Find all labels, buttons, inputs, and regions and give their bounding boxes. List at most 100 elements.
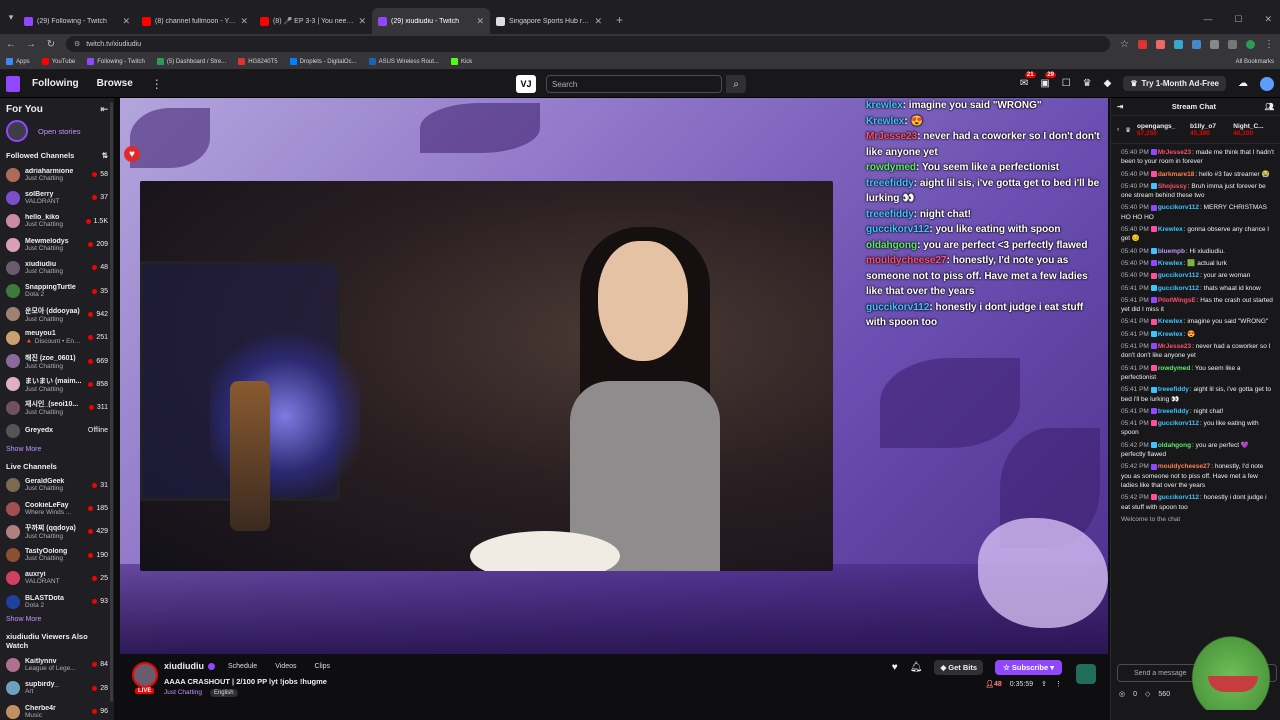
sidebar-scrollbar[interactable] bbox=[110, 102, 113, 702]
chat-username[interactable]: darkmare18 bbox=[1158, 171, 1195, 178]
chat-message[interactable]: 05:40 PM guccikorv112: your are woman bbox=[1121, 271, 1274, 280]
prime-ad-free-button[interactable]: ♛ Try 1-Month Ad-Free bbox=[1123, 76, 1226, 91]
chat-username[interactable]: MrJesse23 bbox=[1158, 149, 1191, 156]
browser-tab[interactable]: (8) 🎤 EP 3-3 | You need to l ✕ bbox=[254, 8, 372, 34]
streamer-name[interactable]: xiudiudiu bbox=[164, 661, 204, 671]
channel-item[interactable]: Kaitlynnv League of Lege... 84 bbox=[4, 653, 110, 676]
chat-username[interactable]: guccikorv112 bbox=[1158, 272, 1199, 279]
channel-item[interactable]: xiudiudiu Just Chatting 48 bbox=[4, 256, 110, 279]
cloud-icon[interactable]: ☁ bbox=[1238, 78, 1248, 89]
user-avatar[interactable] bbox=[1260, 76, 1274, 91]
browser-tab[interactable]: Singapore Sports Hub rename ✕ bbox=[490, 8, 608, 34]
bookmark-item[interactable]: HG8240T5 bbox=[238, 58, 278, 65]
extension-icon[interactable] bbox=[1174, 39, 1183, 49]
stories-row[interactable]: Open stories bbox=[4, 117, 110, 145]
whispers-icon[interactable]: ☐ bbox=[1062, 78, 1071, 89]
vj-extension-icon[interactable]: VJ bbox=[516, 75, 536, 93]
sort-icon[interactable]: ⇅ bbox=[102, 151, 108, 160]
chat-username[interactable]: treeefiddy bbox=[1158, 408, 1189, 415]
tab-close-icon[interactable]: ✕ bbox=[240, 16, 248, 27]
channel-item[interactable]: meuyou1🔺 Discount • Ends in 1d 251 bbox=[4, 326, 110, 349]
chat-message[interactable]: 05:40 PM Krewlex: gonna observe any chanc… bbox=[1121, 225, 1274, 244]
bookmark-item[interactable]: YouTube bbox=[41, 58, 75, 65]
chat-message[interactable]: 05:42 PM oldahgong: you are perfect 💜 per… bbox=[1121, 441, 1274, 460]
chat-message[interactable]: 05:42 PM guccikorv112: honestly i dont ju… bbox=[1121, 493, 1274, 512]
chat-message[interactable]: 05:40 PM Shojussy: Bruh imma just forever… bbox=[1121, 182, 1274, 201]
show-more-followed[interactable]: Show More bbox=[4, 443, 110, 456]
chat-users-icon[interactable]: 👥︎ bbox=[1264, 102, 1274, 111]
channel-item[interactable]: supbirdy_ Art 28 bbox=[4, 677, 110, 700]
chat-message[interactable]: 05:41 PM treeefiddy: night chat! bbox=[1121, 407, 1274, 416]
leaderboard-entry[interactable]: Night_C... 40,100 bbox=[1233, 123, 1274, 137]
bits-icon[interactable]: ◆ bbox=[1104, 78, 1112, 89]
chat-username[interactable]: bluempb bbox=[1158, 248, 1185, 255]
video-player[interactable]: ♥ krewlex: imagine you said "WRONG" Krewl… bbox=[120, 98, 1108, 654]
back-icon[interactable]: ← bbox=[6, 39, 16, 50]
channel-item[interactable]: TastyOolong Just Chatting 190 bbox=[4, 543, 110, 566]
new-tab-button[interactable]: + bbox=[616, 13, 623, 27]
get-bits-button[interactable]: ◆ Get Bits bbox=[934, 660, 984, 675]
twitch-logo-icon[interactable] bbox=[6, 75, 20, 92]
sidebar-icon[interactable] bbox=[1228, 39, 1237, 49]
inbox-icon[interactable]: ▣ 29 bbox=[1040, 72, 1056, 89]
maximize-icon[interactable]: ☐ bbox=[1234, 14, 1242, 25]
chat-message[interactable]: 05:40 PM bluempb: Hi xiudiudiu. bbox=[1121, 247, 1274, 256]
bookmark-item[interactable]: Apps bbox=[6, 58, 30, 65]
tab-clips[interactable]: Clips bbox=[314, 663, 330, 670]
channel-item[interactable]: Mewmelodys Just Chatting 209 bbox=[4, 233, 110, 256]
tab-videos[interactable]: Videos bbox=[275, 663, 296, 670]
channel-item[interactable]: adriaharmione Just Chatting 58 bbox=[4, 163, 110, 186]
chat-username[interactable]: mouldycheese27 bbox=[1158, 463, 1210, 470]
channel-points-icon[interactable]: ◎ bbox=[1119, 690, 1125, 698]
channel-item[interactable]: 해진 (zoe_0601) Just Chatting 669 bbox=[4, 349, 110, 372]
collapse-chat-icon[interactable]: ⇥ bbox=[1117, 102, 1123, 111]
chat-username[interactable]: Krewlex bbox=[1158, 260, 1183, 267]
minimize-icon[interactable]: — bbox=[1203, 14, 1212, 25]
tab-search-icon[interactable]: ▾ bbox=[4, 6, 18, 28]
story-avatar[interactable] bbox=[6, 120, 28, 142]
tab-close-icon[interactable]: ✕ bbox=[594, 16, 602, 27]
chat-username[interactable]: PilotWingsE bbox=[1158, 297, 1196, 304]
chat-username[interactable]: oldahgong bbox=[1158, 442, 1191, 449]
chat-message[interactable]: 05:41 PM Krewlex: 😍 bbox=[1121, 330, 1274, 339]
channel-item[interactable]: 운모아 (ddooyaa) Just Chatting 942 bbox=[4, 303, 110, 326]
url-field[interactable]: ⚙ twitch.tv/xiudiudiu bbox=[66, 36, 1111, 52]
notification-bell-icon[interactable]: 🔔︎ bbox=[910, 662, 923, 673]
channel-item[interactable]: Cherbe4r Music 96 bbox=[4, 700, 110, 720]
browser-tab[interactable]: (29) xiudiudiu - Twitch ✕ bbox=[372, 8, 490, 34]
profile-icon[interactable] bbox=[1246, 39, 1255, 49]
forward-icon[interactable]: → bbox=[26, 39, 36, 50]
channel-item[interactable]: 재시인_(seoi10... Just Chatting 311 bbox=[4, 396, 110, 419]
bits-balance-icon[interactable]: ◇ bbox=[1145, 690, 1150, 698]
collapse-sidebar-icon[interactable]: ⇤ bbox=[100, 104, 108, 115]
menu-icon[interactable]: ⋮ bbox=[1264, 39, 1274, 50]
leaderboard[interactable]: ‹ ♛ opengangs_ 57,250 b1lly_o7 45,390 Night_… bbox=[1111, 116, 1280, 144]
chat-username[interactable]: guccikorv112 bbox=[1158, 285, 1199, 292]
leaderboard-entry[interactable]: opengangs_ 57,250 bbox=[1137, 123, 1184, 137]
tab-schedule[interactable]: Schedule bbox=[228, 663, 257, 670]
chat-message[interactable]: 05:40 PM guccikorv112: MERRY CHRISTMAS HO… bbox=[1121, 203, 1274, 222]
language-tag[interactable]: English bbox=[209, 689, 238, 697]
chat-username[interactable]: guccikorv112 bbox=[1158, 204, 1199, 211]
follow-heart-icon[interactable]: ♥ bbox=[892, 662, 898, 673]
chat-message[interactable]: 05:41 PM Krewlex: imagine you said "WRONG… bbox=[1121, 317, 1274, 326]
open-stories-link[interactable]: Open stories bbox=[38, 127, 81, 136]
channel-item[interactable]: まいまい (maim... Just Chatting 858 bbox=[4, 373, 110, 396]
chat-message[interactable]: 05:41 PM PilotWingsE: Has the crash out s… bbox=[1121, 296, 1274, 315]
chat-message[interactable]: 05:42 PM mouldycheese27: honestly, I'd no… bbox=[1121, 462, 1274, 490]
channel-item[interactable]: CookieLeFay Where Winds ... 185 bbox=[4, 497, 110, 520]
tab-close-icon[interactable]: ✕ bbox=[476, 16, 484, 27]
bookmark-star-icon[interactable]: ☆ bbox=[1120, 39, 1129, 50]
tab-close-icon[interactable]: ✕ bbox=[358, 16, 366, 27]
crown-icon[interactable]: ♛ bbox=[1083, 78, 1092, 89]
subscribe-button[interactable]: ☆ Subscribe ▾ bbox=[995, 660, 1062, 675]
channel-item[interactable]: 꾸까찌 (qqdoya) Just Chatting 429 bbox=[4, 520, 110, 543]
close-window-icon[interactable]: ✕ bbox=[1264, 14, 1272, 25]
bookmark-item[interactable]: (5) Dashboard / Stre... bbox=[156, 58, 226, 65]
channel-item[interactable]: auxryi VALORANT 25 bbox=[4, 567, 110, 590]
channel-item[interactable]: GeraldGeek Just Chatting 31 bbox=[4, 474, 110, 497]
chat-username[interactable]: Krewlex bbox=[1158, 226, 1183, 233]
chat-username[interactable]: treeefiddy bbox=[1158, 386, 1189, 393]
chat-username[interactable]: Krewlex bbox=[1158, 318, 1183, 325]
tab-close-icon[interactable]: ✕ bbox=[122, 16, 130, 27]
